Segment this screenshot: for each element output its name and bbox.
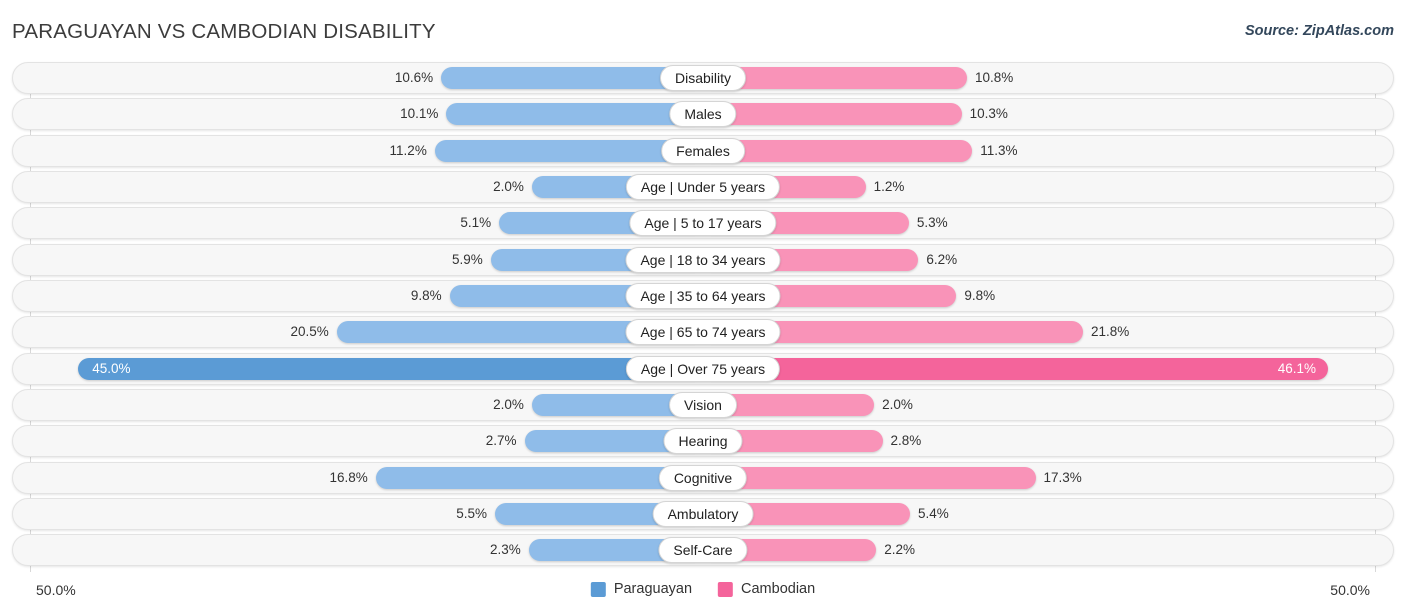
axis-label-left: 50.0%	[36, 582, 76, 598]
category-label[interactable]: Females	[661, 137, 745, 164]
table-row[interactable]: 2.3% 2.2% Self-Care	[0, 534, 1406, 567]
value-label-cambodian: 11.3%	[980, 142, 1018, 158]
bar-cambodian[interactable]	[703, 103, 962, 126]
category-label[interactable]: Age | 65 to 74 years	[625, 319, 781, 346]
table-row[interactable]: 10.1% 10.3% Males	[0, 98, 1406, 131]
table-row[interactable]: 16.8% 17.3% Cognitive	[0, 461, 1406, 494]
table-row[interactable]: 11.2% 11.3% Females	[0, 134, 1406, 167]
value-label-cambodian: 2.2%	[884, 542, 915, 558]
category-label[interactable]: Cognitive	[658, 464, 748, 491]
table-row[interactable]: 5.1% 5.3% Age | 5 to 17 years	[0, 207, 1406, 240]
chart-legend: Paraguayan Cambodian	[590, 581, 815, 597]
chart-footer: 50.0% Paraguayan Cambodian 50.0%	[0, 574, 1406, 612]
chart-page: PARAGUAYAN VS CAMBODIAN DISABILITY Sourc…	[0, 0, 1406, 612]
value-label-paraguayan: 2.0%	[493, 179, 524, 195]
value-label-cambodian: 9.8%	[964, 288, 996, 304]
category-label[interactable]: Disability	[659, 65, 747, 91]
value-label-cambodian: 21.8%	[1090, 324, 1130, 340]
chart-header: PARAGUAYAN VS CAMBODIAN DISABILITY Sourc…	[0, 0, 1406, 62]
legend-label: Cambodian	[741, 581, 816, 597]
category-label[interactable]: Ambulatory	[652, 501, 754, 528]
bar-paraguayan[interactable]	[446, 103, 703, 126]
value-label-paraguayan: 2.3%	[489, 542, 521, 558]
bar-cambodian[interactable]	[703, 357, 1328, 380]
category-label[interactable]: Hearing	[663, 428, 743, 455]
table-row[interactable]: 9.8% 9.8% Age | 35 to 64 years	[0, 280, 1406, 313]
category-label[interactable]: Self-Care	[658, 537, 748, 564]
table-row[interactable]: 10.6% 10.8% Disability	[0, 62, 1406, 94]
legend-swatch-cambodian	[718, 581, 734, 597]
axis-label-right: 50.0%	[1330, 582, 1370, 598]
bar-cambodian[interactable]	[703, 466, 1036, 489]
source-attribution: Source: ZipAtlas.com	[1244, 23, 1394, 39]
category-label[interactable]: Age | Over 75 years	[625, 355, 781, 382]
category-label[interactable]: Vision	[669, 392, 737, 419]
value-label-cambodian: 46.1%	[1277, 360, 1316, 376]
legend-item[interactable]: Cambodian	[718, 581, 815, 597]
value-label-paraguayan: 2.0%	[493, 397, 524, 413]
bar-paraguayan[interactable]	[375, 466, 703, 489]
legend-label: Paraguayan	[613, 581, 693, 597]
bar-paraguayan[interactable]	[78, 357, 703, 380]
category-label[interactable]: Age | Under 5 years	[625, 174, 781, 201]
value-label-cambodian: 10.3%	[969, 106, 1008, 122]
value-label-cambodian: 6.2%	[926, 251, 958, 267]
table-row[interactable]: 2.0% 2.0% Vision	[0, 389, 1406, 422]
table-row[interactable]: 2.0% 1.2% Age | Under 5 years	[0, 171, 1406, 204]
table-row[interactable]: 5.5% 5.4% Ambulatory	[0, 498, 1406, 531]
value-label-paraguayan: 5.1%	[460, 215, 492, 231]
category-label[interactable]: Males	[669, 101, 737, 128]
table-row[interactable]: 2.7% 2.8% Hearing	[0, 425, 1406, 458]
value-label-cambodian: 1.2%	[873, 179, 905, 195]
table-row[interactable]: 20.5% 21.8% Age | 65 to 74 years	[0, 316, 1406, 349]
value-label-cambodian: 5.3%	[916, 215, 948, 231]
table-row[interactable]: 45.0% 46.1% Age | Over 75 years	[0, 352, 1406, 385]
category-label[interactable]: Age | 5 to 17 years	[629, 210, 777, 237]
value-label-cambodian: 10.8%	[974, 70, 1014, 85]
category-label[interactable]: Age | 35 to 64 years	[625, 283, 781, 310]
table-row[interactable]: 5.9% 6.2% Age | 18 to 34 years	[0, 243, 1406, 276]
value-label-paraguayan: 5.5%	[456, 506, 487, 522]
value-label-paraguayan: 20.5%	[290, 324, 329, 340]
value-label-paraguayan: 16.8%	[329, 469, 368, 485]
value-label-paraguayan: 10.1%	[400, 106, 439, 122]
value-label-cambodian: 2.8%	[890, 433, 922, 449]
value-label-paraguayan: 11.2%	[389, 142, 427, 158]
chart-body: 10.6% 10.8% Disability 10.1% 10.3% Males 11.2%…	[0, 62, 1406, 574]
value-label-paraguayan: 5.9%	[451, 251, 483, 267]
value-label-cambodian: 2.0%	[882, 397, 913, 413]
value-label-paraguayan: 45.0%	[92, 360, 131, 376]
legend-item[interactable]: Paraguayan	[590, 581, 693, 597]
value-label-paraguayan: 10.6%	[394, 70, 434, 85]
legend-swatch-paraguayan	[590, 581, 606, 597]
value-label-paraguayan: 2.7%	[485, 433, 517, 449]
value-label-paraguayan: 9.8%	[410, 288, 442, 304]
value-label-cambodian: 5.4%	[917, 506, 949, 522]
value-label-cambodian: 17.3%	[1043, 469, 1082, 485]
page-title: PARAGUAYAN VS CAMBODIAN DISABILITY	[12, 20, 436, 43]
chart-rows: 10.6% 10.8% Disability 10.1% 10.3% Males 11.2%…	[0, 62, 1406, 571]
category-label[interactable]: Age | 18 to 34 years	[625, 246, 781, 273]
